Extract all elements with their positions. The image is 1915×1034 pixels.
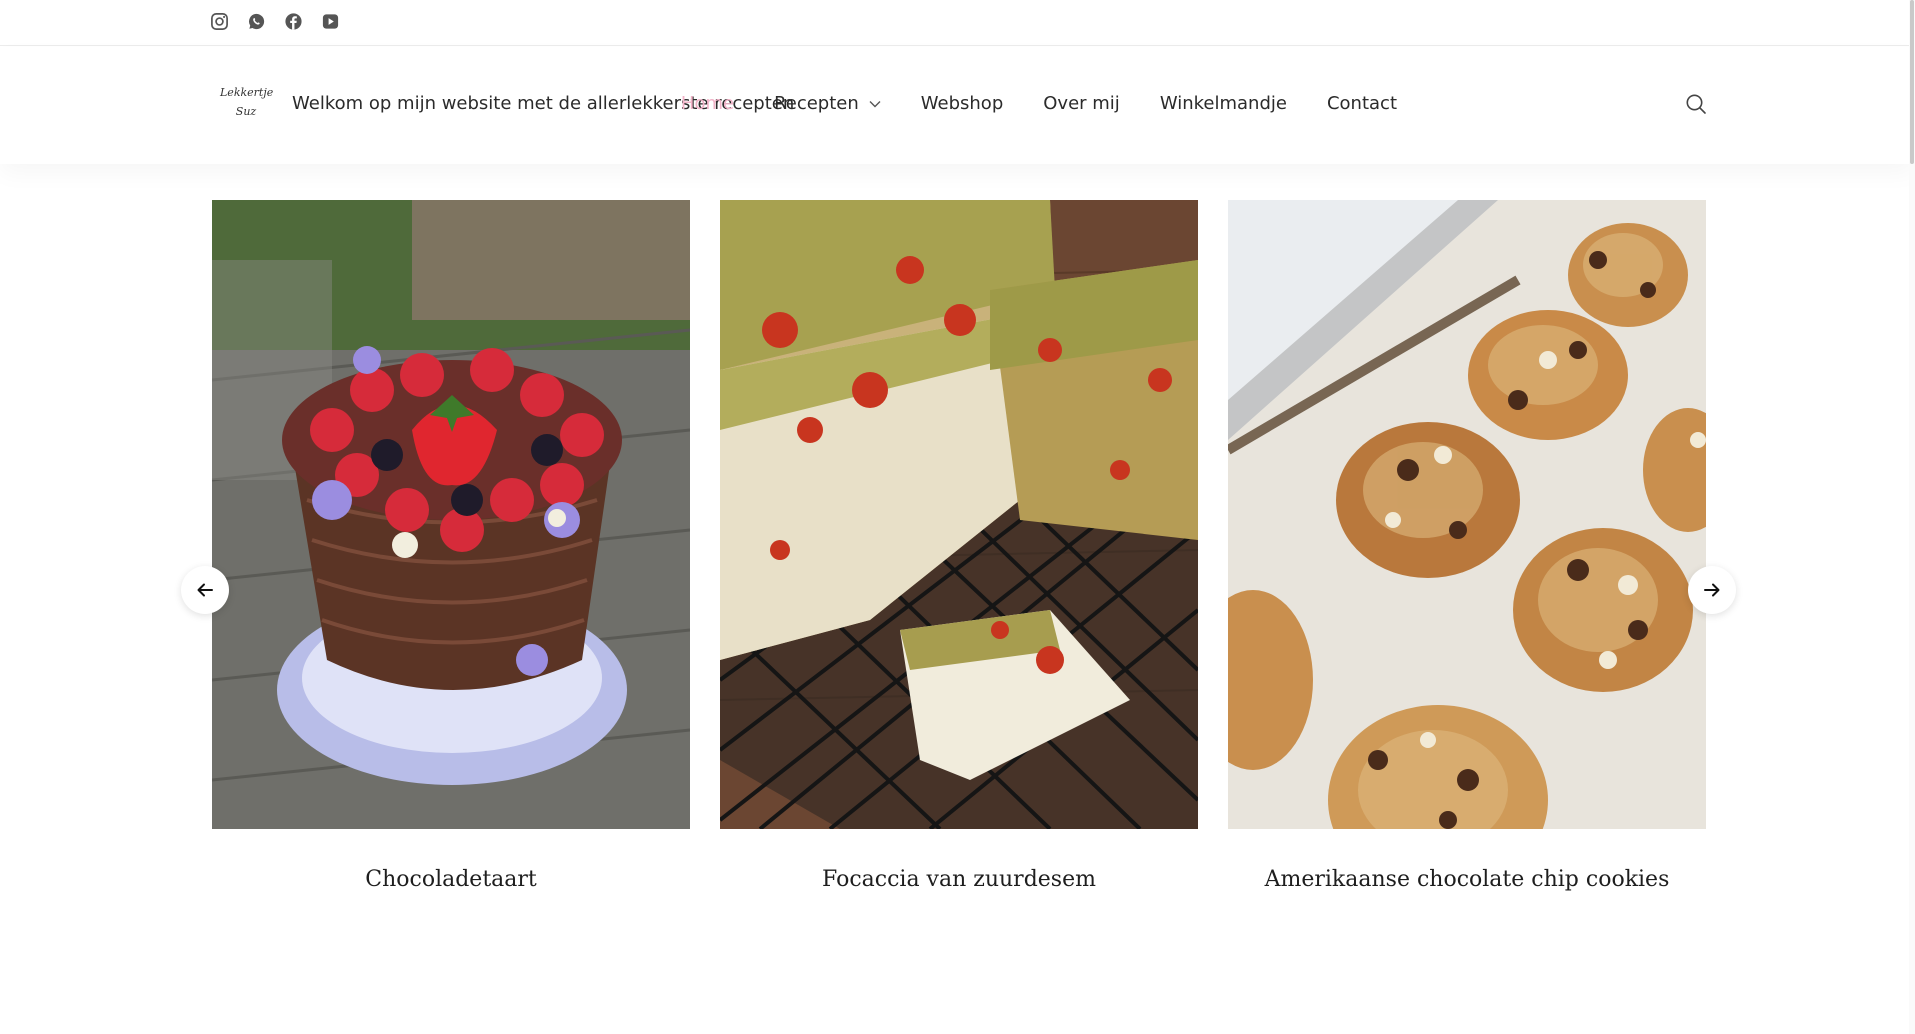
nav-item-webshop[interactable]: Webshop <box>921 93 1003 114</box>
recipe-card[interactable]: Focaccia van zuurdesem <box>720 200 1198 892</box>
nav-item-label: Winkelmandje <box>1159 93 1287 114</box>
nav-item-home[interactable]: Home <box>681 93 734 114</box>
arrow-left-icon <box>197 583 213 597</box>
site-header: Lekkertje Suz Welkom op mijn website met… <box>0 47 1915 164</box>
facebook-icon[interactable] <box>284 12 303 31</box>
whatsapp-icon[interactable] <box>247 12 266 31</box>
carousel-next-button[interactable] <box>1688 566 1736 614</box>
chevron-down-icon <box>869 100 881 107</box>
logo-line-2: Suz <box>235 105 257 118</box>
recipe-title[interactable]: Chocoladetaart <box>212 867 690 892</box>
nav-item-over-mij[interactable]: Over mij <box>1043 93 1120 114</box>
main-nav: Home Recepten Webshop Over mij Winkelman… <box>681 93 1397 114</box>
search-icon <box>1686 94 1706 114</box>
nav-item-label: Contact <box>1326 93 1397 114</box>
recipe-title[interactable]: Amerikaanse chocolate chip cookies <box>1228 867 1706 892</box>
search-button[interactable] <box>1685 93 1707 115</box>
recipe-image-focaccia[interactable] <box>720 200 1198 829</box>
nav-item-label: Over mij <box>1043 93 1120 114</box>
nav-item-label: Home <box>680 93 735 114</box>
nav-item-contact[interactable]: Contact <box>1327 93 1397 114</box>
site-logo[interactable]: Lekkertje Suz <box>220 83 274 131</box>
nav-item-label: Webshop <box>920 93 1004 114</box>
instagram-icon[interactable] <box>210 12 229 31</box>
recipe-image-cookies[interactable] <box>1228 200 1706 829</box>
recipe-title[interactable]: Focaccia van zuurdesem <box>720 867 1198 892</box>
nav-item-recepten[interactable]: Recepten <box>774 93 881 114</box>
nav-item-label: Recepten <box>774 93 859 114</box>
social-links <box>210 12 340 31</box>
recipe-image-chocoladetaart[interactable] <box>212 200 690 829</box>
recipe-card[interactable]: Chocoladetaart <box>212 200 690 892</box>
social-bar <box>0 0 1915 46</box>
arrow-right-icon <box>1704 583 1720 597</box>
youtube-icon[interactable] <box>321 12 340 31</box>
logo-line-1: Lekkertje <box>220 86 274 99</box>
carousel-prev-button[interactable] <box>181 566 229 614</box>
recipe-card[interactable]: Amerikaanse chocolate chip cookies <box>1228 200 1706 892</box>
nav-item-winkelmandje[interactable]: Winkelmandje <box>1160 93 1287 114</box>
recipe-carousel: Chocoladetaart Focaccia van zuurdesem Am… <box>212 200 1706 900</box>
scrollbar-thumb[interactable] <box>1910 0 1914 164</box>
